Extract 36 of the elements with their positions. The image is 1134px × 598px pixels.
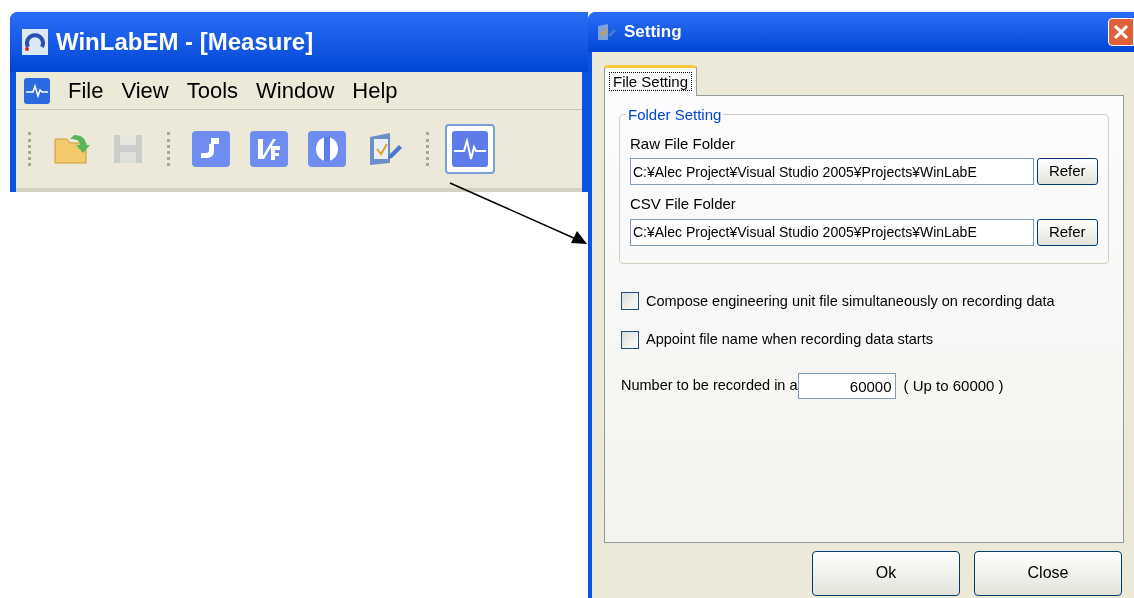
refer-button[interactable]: Refer [1036,218,1098,246]
checkbox-label: Compose engineering unit file simultaneously on recording data [646,291,1055,311]
number-field[interactable]: 60000 [797,373,896,399]
waveform-icon [450,129,490,169]
close-button[interactable] [1108,18,1134,46]
dialog-button[interactable]: Ok [812,550,960,596]
menu-item[interactable]: File [68,74,104,107]
menu-item[interactable]: Tools [186,74,239,107]
number-label: Number to be recorded in a [621,376,798,396]
toolbar-button[interactable] [445,124,495,174]
menu-item[interactable]: Window [256,74,335,107]
folder-path-field[interactable]: C:¥Alec Project¥Visual Studio 2005¥Projects¥WinLabE [630,218,1034,246]
dialog-button[interactable]: Close [974,550,1122,596]
toolbar-grip[interactable] [426,132,429,166]
power-icon [307,130,347,168]
folder-path-field[interactable]: C:¥Alec Project¥Visual Studio 2005¥Projects¥WinLabE [630,158,1034,185]
checklist-pencil-icon [596,22,616,42]
toolbar-grip[interactable] [28,132,31,166]
limit-hint: ( Up to 60000 ) [903,375,1004,396]
tab[interactable]: File Setting [604,65,698,96]
pipe-icon [191,130,231,168]
toolbar-grip[interactable] [167,132,170,166]
dialog-title: Setting [624,21,683,44]
waveform-icon [24,77,50,104]
field-label: Raw File Folder [630,133,737,154]
app-icon [22,29,48,55]
checkbox-label: Appoint file name when recording data starts [646,330,933,350]
io-icon [249,130,289,168]
checkbox[interactable] [621,331,639,350]
refer-button[interactable]: Refer [1036,158,1098,185]
menu-item[interactable]: Help [352,74,398,107]
window-title: WinLabEM - [Measure] [56,27,314,57]
field-label: CSV File Folder [630,194,737,214]
checkbox[interactable] [621,292,639,311]
menu-item[interactable]: View [121,74,169,107]
close-icon [1113,24,1129,40]
